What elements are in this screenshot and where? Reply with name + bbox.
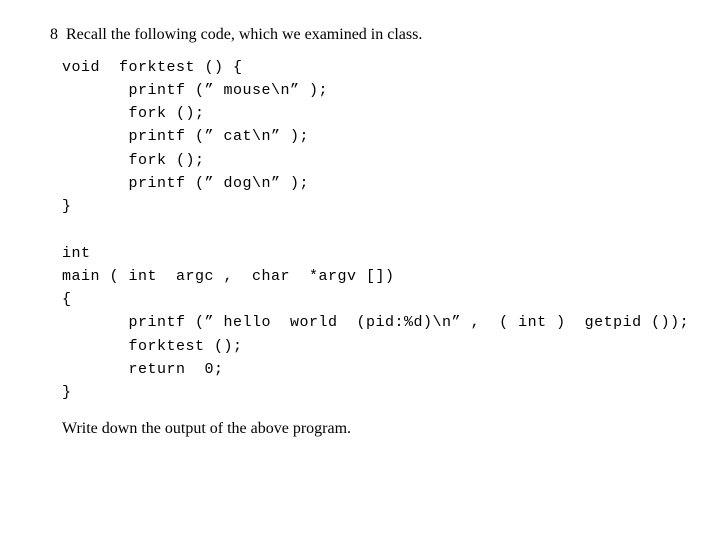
code-line: printf (” mouse\n” ); <box>62 82 328 99</box>
code-line: printf (” hello world (pid:%d)\n” , ( in… <box>62 314 689 331</box>
question-body: Recall the following code, which we exam… <box>66 24 666 46</box>
code-line: fork (); <box>62 105 205 122</box>
question-prompt: Recall the following code, which we exam… <box>66 26 422 43</box>
question-row: 8 Recall the following code, which we ex… <box>40 24 666 46</box>
code-block: void forktest () { printf (” mouse\n” );… <box>62 56 666 405</box>
code-line: void forktest () { <box>62 59 243 76</box>
code-line: fork (); <box>62 152 205 169</box>
code-line: } <box>62 384 72 401</box>
code-line: int <box>62 245 91 262</box>
code-line: forktest (); <box>62 338 243 355</box>
code-line: printf (” cat\n” ); <box>62 128 309 145</box>
followup-instruction: Write down the output of the above progr… <box>62 418 666 440</box>
question-number: 8 <box>40 24 58 46</box>
code-line: { <box>62 291 72 308</box>
code-line: printf (” dog\n” ); <box>62 175 309 192</box>
code-line: } <box>62 198 72 215</box>
code-line: main ( int argc , char *argv []) <box>62 268 395 285</box>
code-line: return 0; <box>62 361 224 378</box>
